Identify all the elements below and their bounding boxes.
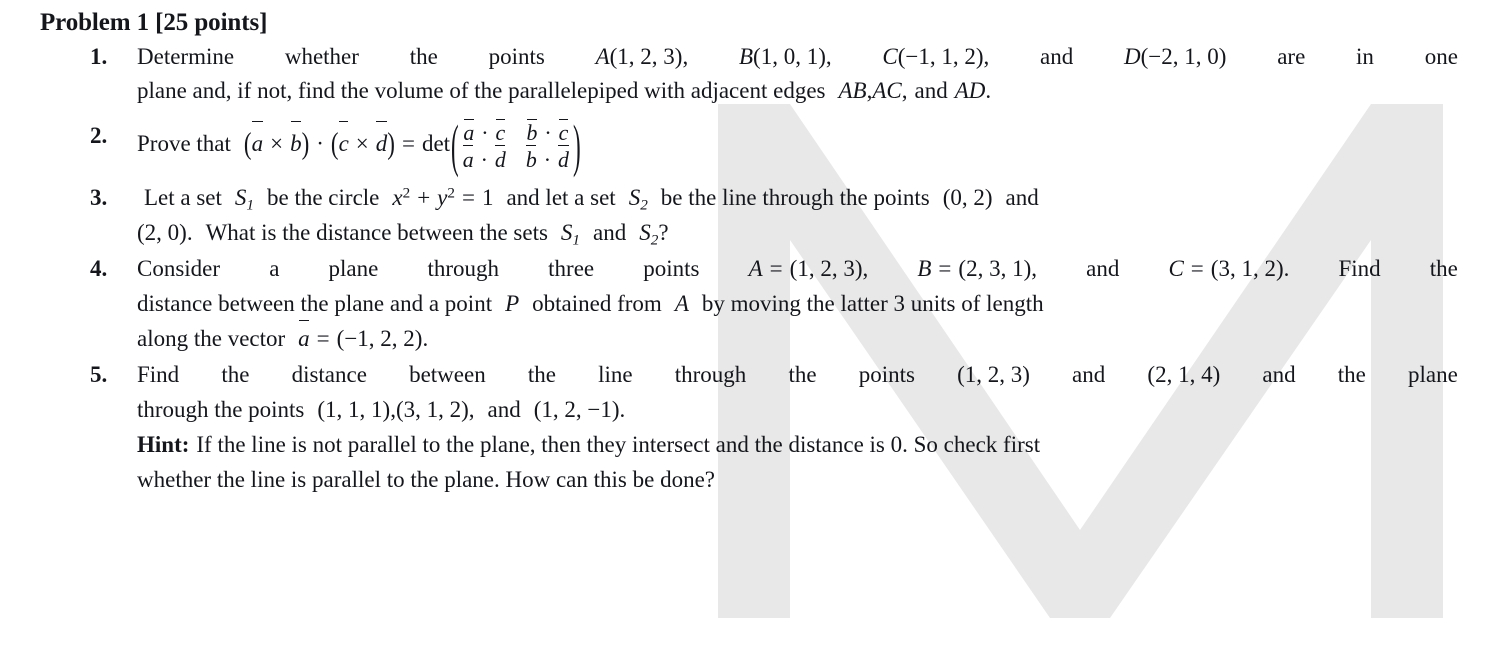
- t: one: [1424, 43, 1458, 69]
- lparen-2: (: [330, 126, 339, 161]
- list-item-3: 3. Let a set S1 be the circle x2 + y2 = 1 and le…: [40, 181, 1458, 252]
- vector-a: a: [252, 120, 263, 166]
- t: Determine: [137, 43, 235, 69]
- point-p: P: [505, 291, 520, 317]
- t: are: [1277, 43, 1306, 69]
- item-number-1: 1.: [90, 43, 108, 69]
- item-3-line-2: (2, 0). What is the distance between the …: [137, 220, 669, 249]
- cross-2: ×: [355, 131, 369, 157]
- set-s1-ref: S1: [560, 220, 580, 249]
- item-5-line-4: whether the line is parallel to the plan…: [137, 467, 715, 493]
- list-item-1: 1. Determine whether the points A(1, 2, …: [40, 40, 1458, 110]
- edge-ab: AB: [838, 78, 867, 104]
- t: points: [488, 43, 545, 69]
- page-title: Problem 1 [25 points]: [40, 9, 268, 36]
- hint-label: Hint:: [137, 432, 190, 458]
- determinant-matrix: (a · c b · c a · d b · d): [450, 114, 582, 178]
- prove-text: Prove that: [137, 131, 231, 157]
- list-item-4: 4. Consider a plane through three points…: [40, 252, 1458, 357]
- point-b: B(1, 0, 1),: [738, 43, 832, 69]
- t: and: [1040, 43, 1074, 69]
- t: the: [409, 43, 438, 69]
- equals: =: [401, 131, 415, 157]
- matrix-cell-21: a · d: [462, 145, 506, 173]
- list-item-5: 5. Find the distance between the line th…: [40, 358, 1458, 498]
- list-item-2: 2. Prove that (a × b) · (c × d) = det(a · c b · c a · d b ·…: [40, 114, 1458, 178]
- vector-c: c: [339, 120, 349, 166]
- vector-b: b: [290, 120, 302, 166]
- edge-ad: AD: [954, 78, 986, 104]
- point-a-ref: A: [674, 291, 689, 317]
- item-3-line-1: Let a set S1 be the circle x2 + y2 = 1 and let a…: [144, 184, 1039, 213]
- plane-point-3: (1, 2, −1).: [533, 397, 626, 423]
- item-1-line-2: plane and, if not, find the volume of th…: [137, 78, 992, 104]
- line-point-1: (1, 2, 3): [957, 362, 1030, 388]
- item-number-3: 3.: [90, 184, 108, 210]
- rparen-2: ): [387, 126, 395, 161]
- problem-list: 1. Determine whether the points A(1, 2, …: [40, 40, 1458, 499]
- document-page: Problem 1 [25 points] 1. Determine wheth…: [0, 0, 1486, 666]
- item-2-line-1: Prove that (a × b) · (c × d) = det(a · c b · c a · d b · d): [137, 114, 1458, 178]
- item-5-line-2: through the points (1, 1, 1),(3, 1, 2), an…: [137, 397, 626, 423]
- t: in: [1356, 43, 1374, 69]
- item-4-line-3: along the vector a = (−1, 2, 2).: [137, 320, 1458, 357]
- plane-point-1: (1, 1, 1),: [317, 397, 396, 423]
- dot-operator: ·: [316, 131, 324, 157]
- matrix-cell-11: a · c: [463, 118, 506, 146]
- edge-ac: AC: [872, 78, 902, 104]
- point-b-def: B = (2, 3, 1),: [917, 256, 1037, 282]
- set-s2-ref: S2?: [639, 220, 669, 249]
- item-5-line-1: Find the distance between the line throu…: [137, 358, 1458, 393]
- point-0-2: (0, 2): [942, 184, 993, 210]
- item-4-line-1: Consider a plane through three points A =…: [137, 252, 1458, 287]
- set-s2: S2: [628, 184, 648, 213]
- point-a-def: A = (1, 2, 3),: [748, 256, 869, 282]
- item-1-line-1: Determine whether the points A(1, 2, 3),…: [137, 40, 1458, 75]
- lparen: (: [243, 126, 252, 161]
- plane-point-2: (3, 1, 2),: [395, 397, 475, 423]
- circle-equation: x2 + y2 = 1: [392, 184, 494, 210]
- item-5-line-3-hint: Hint: If the line is not parallel to the …: [137, 432, 1041, 458]
- point-c: C(−1, 1, 2),: [882, 43, 990, 69]
- item-number-2: 2.: [90, 123, 108, 149]
- cross-1: ×: [270, 131, 284, 157]
- point-a: A(1, 2, 3),: [595, 43, 689, 69]
- det-label: det: [421, 131, 451, 157]
- matrix-cells: a · c b · c a · d b · d: [460, 118, 572, 173]
- item-number-5: 5.: [90, 362, 108, 388]
- vector-a-value: a: [298, 320, 310, 357]
- vector-d: d: [376, 120, 387, 166]
- rparen: ): [301, 126, 310, 161]
- item-4-line-2: distance between the plane and a point Po…: [137, 291, 1044, 317]
- t: whether: [284, 43, 359, 69]
- line-point-2: (2, 1, 4): [1147, 362, 1221, 388]
- matrix-cell-22: b · d: [525, 145, 569, 173]
- set-s1: S1: [234, 184, 254, 213]
- point-d: D(−2, 1, 0): [1124, 43, 1227, 69]
- item-number-4: 4.: [90, 256, 108, 282]
- point-c-def: C = (3, 1, 2).: [1168, 256, 1290, 282]
- problem-content: Problem 1 [25 points] 1. Determine wheth…: [0, 0, 1486, 498]
- matrix-cell-12: b · c: [526, 118, 569, 146]
